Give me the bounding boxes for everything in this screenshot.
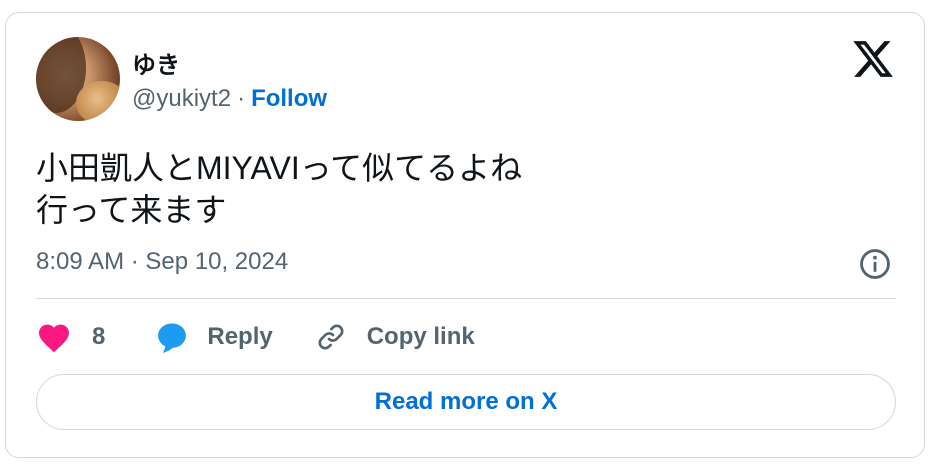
author-handle[interactable]: @yukiyt2 bbox=[132, 85, 231, 113]
link-icon bbox=[318, 324, 344, 350]
handle-separator: · bbox=[237, 85, 246, 112]
reply-bubble-icon bbox=[158, 323, 187, 353]
copy-link-label: Copy link bbox=[366, 323, 475, 350]
tweet-text: 小田凱人とMIYAVIって似てるよね 行って来ます bbox=[36, 150, 523, 228]
follow-link[interactable]: Follow bbox=[251, 85, 327, 113]
x-logo-icon[interactable] bbox=[851, 37, 895, 81]
avatar-dog-shape bbox=[76, 81, 120, 121]
like-count: 8 bbox=[92, 323, 106, 350]
read-more-label: Read more on X bbox=[374, 388, 558, 415]
author-handle-row: @yukiyt2 · Follow bbox=[132, 85, 327, 113]
tweet-embed-card: ゆき @yukiyt2 · Follow 小田凱人とMIYAVIって似てるよね … bbox=[5, 12, 925, 458]
reply-button[interactable]: Reply bbox=[155, 320, 273, 354]
heart-icon bbox=[39, 324, 69, 353]
divider bbox=[36, 298, 896, 299]
author-display-name[interactable]: ゆき bbox=[132, 45, 180, 80]
tweet-timestamp[interactable]: 8:09 AM · Sep 10, 2024 bbox=[36, 248, 288, 276]
read-more-button[interactable]: Read more on X bbox=[36, 374, 896, 430]
like-button[interactable]: 8 bbox=[36, 321, 105, 353]
copy-link-button[interactable]: Copy link bbox=[315, 321, 475, 353]
reply-label: Reply bbox=[207, 323, 273, 350]
avatar[interactable] bbox=[36, 37, 120, 121]
action-bar: 8 Reply Copy link bbox=[36, 313, 475, 361]
info-icon[interactable] bbox=[858, 247, 892, 281]
